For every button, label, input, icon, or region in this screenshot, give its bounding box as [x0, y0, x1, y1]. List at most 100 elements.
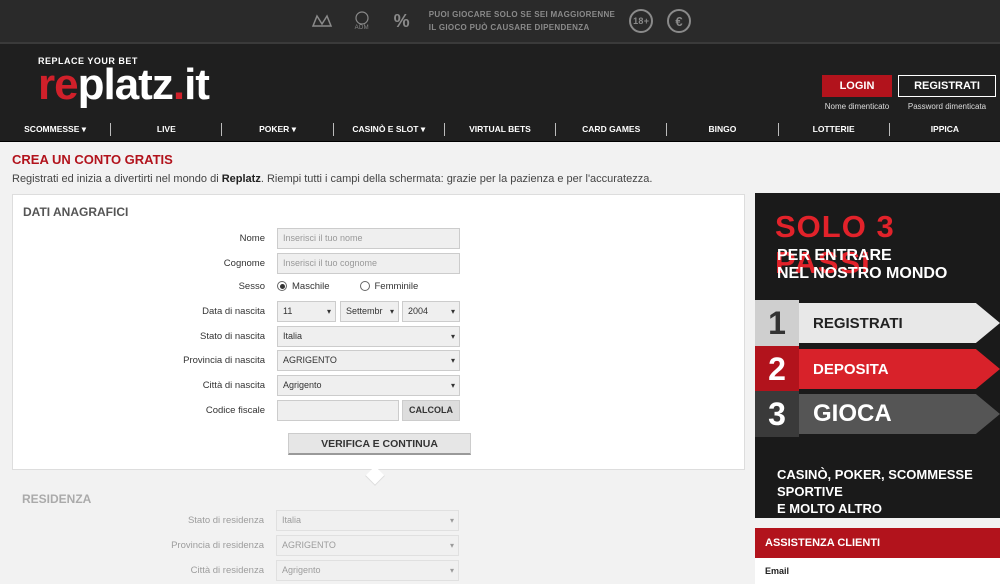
codice-fiscale-label: Codice fiscale: [205, 404, 265, 416]
euro-icon: €: [667, 9, 692, 33]
citta-nascita-label: Città di nascita: [202, 379, 265, 391]
stato-nascita-label: Stato di nascita: [200, 330, 265, 342]
main-nav: SCOMMESSE ▾ LIVE POKER ▾ CASINÒ E SLOT ▾…: [0, 117, 1000, 142]
chevron-down-icon: ▾: [450, 380, 455, 390]
adm-logo-icon: ADM: [349, 8, 375, 34]
banner-step-2: 2 DEPOSITA: [755, 346, 1000, 392]
login-button[interactable]: LOGIN: [822, 75, 892, 97]
nav-item-card-games[interactable]: CARD GAMES: [555, 122, 666, 136]
nav-item-casino[interactable]: CASINÒ E SLOT ▾: [332, 122, 444, 136]
chevron-down-icon: ▾: [291, 123, 296, 134]
cognome-label: Cognome: [223, 257, 265, 269]
row-citta-residenza: Città di residenza Agrigento ▾: [12, 559, 745, 581]
customer-support-header: ASSISTENZA CLIENTI: [755, 528, 1000, 558]
logo-wordmark: replatz.it: [38, 60, 210, 109]
citta-residenza-select[interactable]: Agrigento ▾: [276, 559, 459, 581]
responsible-gaming-bar: ADM % PUOI GIOCARE SOLO SE SEI MAGGIOREN…: [0, 0, 1000, 42]
site-header: REPLACE YOUR BET replatz.it LOGIN Nome d…: [0, 42, 1000, 117]
banner-step-3: 3 GIOCA: [755, 391, 1000, 437]
nome-label: Nome: [239, 232, 265, 244]
banner-footer: CASINÒ, POKER, SCOMMESSE SPORTIVE E MOLT…: [777, 467, 973, 516]
citta-nascita-select[interactable]: Agrigento ▾: [277, 374, 460, 396]
adm-label: ADM: [354, 25, 369, 31]
customer-support-body: Email: [755, 558, 1000, 584]
page-intro: Registrati ed inizia a divertirti nel mo…: [12, 173, 653, 185]
replatz-logo[interactable]: REPLACE YOUR BET replatz.it: [38, 56, 210, 109]
chevron-down-icon: ▾: [449, 540, 454, 550]
section-title-dati-anagrafici: DATI ANAGRAFICI: [23, 205, 129, 219]
codice-fiscale-input[interactable]: [277, 399, 399, 421]
adm-eagle-icon: [309, 8, 335, 34]
forgot-password-link[interactable]: Password dimenticata: [908, 102, 986, 111]
warning-line-1: PUOI GIOCARE SOLO SE SEI MAGGIORENNE: [428, 10, 616, 19]
age-warning-text: PUOI GIOCARE SOLO SE SEI MAGGIORENNE IL …: [429, 8, 615, 34]
chevron-down-icon: ▾: [449, 515, 454, 525]
banner-step-1: 1 REGISTRATI: [755, 300, 1000, 346]
banner-subheadline: PER ENTRARE NEL NOSTRO MONDO: [777, 247, 948, 282]
nome-input[interactable]: Inserisci il tuo nome: [277, 227, 460, 249]
verifica-continua-button[interactable]: VERIFICA E CONTINUA: [288, 433, 471, 455]
row-cognome: Cognome Inserisci il tuo cognome: [13, 252, 746, 274]
chevron-down-icon: ▾: [389, 306, 394, 316]
provincia-residenza-label: Provincia di residenza: [171, 539, 264, 551]
nav-item-bingo[interactable]: BINGO: [666, 122, 777, 136]
row-stato-nascita: Stato di nascita Italia ▾: [13, 325, 746, 347]
radio-unchecked-icon: [359, 281, 370, 291]
chevron-down-icon: ▾: [420, 123, 426, 134]
chevron-down-icon: ▾: [326, 306, 331, 316]
chevron-down-icon: ▾: [450, 331, 455, 341]
auth-area: LOGIN Nome dimenticato REGISTRATI Passwo…: [822, 75, 996, 111]
provincia-nascita-label: Provincia di nascita: [183, 354, 265, 366]
month-select[interactable]: Settembr ▾: [340, 300, 399, 322]
provincia-residenza-select[interactable]: AGRIGENTO ▾: [276, 534, 459, 556]
step-label: DEPOSITA: [799, 349, 1000, 389]
day-select[interactable]: 11 ▾: [277, 300, 336, 322]
chevron-down-icon: ▾: [450, 306, 455, 316]
step-label: GIOCA: [799, 394, 1000, 434]
row-codice-fiscale: Codice fiscale CALCOLA: [13, 399, 746, 421]
row-nome: Nome Inserisci il tuo nome: [13, 227, 746, 249]
sesso-label: Sesso: [238, 280, 265, 292]
nav-item-live[interactable]: LIVE: [110, 122, 221, 136]
percent-icon: %: [393, 10, 410, 31]
provincia-nascita-select[interactable]: AGRIGENTO ▾: [277, 349, 460, 371]
radio-checked-icon: [277, 281, 287, 291]
row-provincia-nascita: Provincia di nascita AGRIGENTO ▾: [13, 349, 746, 371]
residence-form: RESIDENZA Stato di residenza Italia ▾ Pro…: [12, 482, 745, 581]
year-select[interactable]: 2004 ▾: [402, 300, 460, 322]
radio-maschile[interactable]: Maschile: [277, 281, 330, 292]
three-steps-banner[interactable]: SOLO 3 PASSI PER ENTRARE NEL NOSTRO MOND…: [755, 193, 1000, 518]
row-sesso: Sesso Maschile Femminile: [13, 275, 746, 297]
step-number: 2: [755, 346, 799, 392]
row-data-nascita: Data di nascita 11 ▾ Settembr ▾ 2004 ▾: [13, 300, 746, 322]
nav-item-virtual-bets[interactable]: VIRTUAL BETS: [443, 122, 555, 136]
step-number: 1: [755, 300, 799, 346]
stato-residenza-label: Stato di residenza: [187, 514, 264, 526]
forgot-name-link[interactable]: Nome dimenticato: [825, 102, 889, 111]
row-stato-residenza: Stato di residenza Italia ▾: [12, 509, 745, 531]
stato-residenza-select[interactable]: Italia ▾: [276, 509, 459, 531]
calcola-button[interactable]: CALCOLA: [402, 399, 460, 421]
step-number: 3: [755, 391, 799, 437]
citta-residenza-label: Città di residenza: [190, 564, 264, 576]
page-title: CREA UN CONTO GRATIS: [12, 152, 173, 167]
chevron-down-icon: ▾: [81, 123, 87, 134]
personal-data-form: DATI ANAGRAFICI Nome Inserisci il tuo no…: [12, 194, 746, 486]
chevron-down-icon: ▾: [449, 565, 454, 575]
stato-nascita-select[interactable]: Italia ▾: [277, 325, 460, 347]
register-button[interactable]: REGISTRATI: [898, 75, 996, 97]
nascita-label: Data di nascita: [202, 305, 265, 317]
nav-item-poker[interactable]: POKER ▾: [221, 122, 332, 136]
nav-item-ippica[interactable]: IPPICA: [888, 122, 1000, 136]
cognome-input[interactable]: Inserisci il tuo cognome: [277, 252, 460, 274]
warning-line-2: IL GIOCO PUÒ CAUSARE DIPENDENZA: [428, 23, 590, 32]
age-18-icon: 18+: [629, 9, 654, 33]
email-label: Email: [765, 566, 790, 576]
row-provincia-residenza: Provincia di residenza AGRIGENTO ▾: [12, 534, 745, 556]
radio-femminile[interactable]: Femminile: [359, 281, 418, 292]
nav-item-scommesse[interactable]: SCOMMESSE ▾: [0, 123, 110, 136]
step-label: REGISTRATI: [799, 303, 1000, 343]
chevron-down-icon: ▾: [450, 355, 455, 365]
section-title-residenza: RESIDENZA: [22, 492, 92, 506]
nav-item-lotterie[interactable]: LOTTERIE: [777, 122, 889, 136]
